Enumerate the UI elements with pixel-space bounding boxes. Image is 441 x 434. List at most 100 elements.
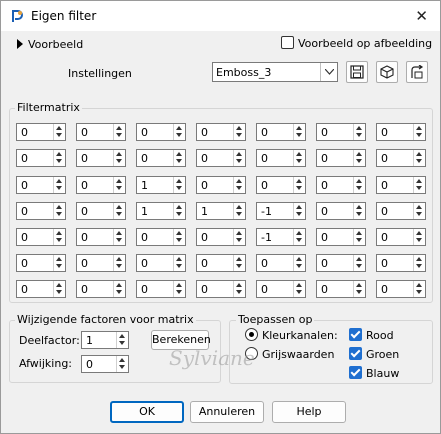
bias-spinner[interactable] — [116, 356, 128, 372]
spinner-arrows-icon[interactable] — [233, 150, 245, 166]
matrix-cell[interactable]: 0 — [136, 149, 186, 167]
matrix-cell[interactable]: 0 — [316, 254, 366, 272]
matrix-cell[interactable]: 0 — [376, 123, 426, 141]
close-icon[interactable]: ✕ — [415, 7, 428, 25]
matrix-cell[interactable]: 0 — [76, 280, 126, 298]
spinner-arrows-icon[interactable] — [413, 177, 425, 193]
matrix-cell[interactable]: 0 — [136, 254, 186, 272]
spinner-arrows-icon[interactable] — [173, 203, 185, 219]
matrix-cell[interactable]: 0 — [76, 176, 126, 194]
spinner-arrows-icon[interactable] — [233, 177, 245, 193]
preview-on-image-checkbox[interactable]: Voorbeeld op afbeelding — [281, 36, 432, 50]
spinner-arrows-icon[interactable] — [293, 229, 305, 245]
ok-button[interactable]: OK — [110, 401, 184, 423]
matrix-cell[interactable]: 0 — [16, 228, 66, 246]
spinner-arrows-icon[interactable] — [293, 124, 305, 140]
spinner-arrows-icon[interactable] — [293, 177, 305, 193]
spinner-arrows-icon[interactable] — [353, 281, 365, 297]
matrix-cell[interactable]: 0 — [76, 149, 126, 167]
bias-field[interactable]: 0 — [81, 355, 129, 373]
color-channels-radio[interactable]: Kleurkanalen: — [245, 328, 338, 342]
spinner-arrows-icon[interactable] — [173, 124, 185, 140]
spinner-arrows-icon[interactable] — [53, 255, 65, 271]
spinner-arrows-icon[interactable] — [293, 150, 305, 166]
chevron-down-icon[interactable] — [320, 63, 337, 81]
matrix-cell[interactable]: 0 — [136, 280, 186, 298]
spinner-arrows-icon[interactable] — [173, 255, 185, 271]
matrix-cell[interactable]: 0 — [376, 228, 426, 246]
matrix-cell[interactable]: 0 — [316, 123, 366, 141]
divisor-spinner[interactable] — [116, 332, 128, 348]
matrix-cell[interactable]: 0 — [256, 280, 306, 298]
spinner-arrows-icon[interactable] — [233, 281, 245, 297]
help-button[interactable]: Help — [272, 401, 346, 423]
matrix-cell[interactable]: 0 — [376, 280, 426, 298]
matrix-cell[interactable]: 0 — [196, 280, 246, 298]
spinner-arrows-icon[interactable] — [353, 124, 365, 140]
matrix-cell[interactable]: 0 — [16, 176, 66, 194]
spinner-arrows-icon[interactable] — [353, 177, 365, 193]
spinner-arrows-icon[interactable] — [113, 150, 125, 166]
spinner-arrows-icon[interactable] — [353, 203, 365, 219]
matrix-cell[interactable]: 0 — [76, 254, 126, 272]
matrix-cell[interactable]: 0 — [316, 280, 366, 298]
matrix-cell[interactable]: 0 — [316, 228, 366, 246]
spinner-arrows-icon[interactable] — [53, 177, 65, 193]
spinner-arrows-icon[interactable] — [173, 229, 185, 245]
matrix-cell[interactable]: 0 — [256, 149, 306, 167]
spinner-arrows-icon[interactable] — [53, 229, 65, 245]
matrix-cell[interactable]: 0 — [316, 176, 366, 194]
red-channel-checkbox[interactable]: Rood — [349, 328, 394, 342]
matrix-cell[interactable]: 0 — [196, 254, 246, 272]
matrix-cell[interactable]: 0 — [376, 202, 426, 220]
spinner-arrows-icon[interactable] — [53, 203, 65, 219]
spinner-arrows-icon[interactable] — [413, 203, 425, 219]
matrix-cell[interactable]: 0 — [16, 202, 66, 220]
spinner-arrows-icon[interactable] — [413, 150, 425, 166]
preset-dropdown[interactable]: Emboss_3 — [212, 62, 338, 82]
spinner-arrows-icon[interactable] — [353, 150, 365, 166]
spinner-arrows-icon[interactable] — [353, 255, 365, 271]
spinner-arrows-icon[interactable] — [233, 124, 245, 140]
spinner-arrows-icon[interactable] — [113, 255, 125, 271]
matrix-cell[interactable]: 0 — [136, 123, 186, 141]
cancel-button[interactable]: Annuleren — [190, 401, 264, 423]
matrix-cell[interactable]: 0 — [376, 254, 426, 272]
spinner-arrows-icon[interactable] — [173, 281, 185, 297]
matrix-cell[interactable]: 0 — [16, 123, 66, 141]
reset-preset-button[interactable] — [376, 61, 398, 83]
spinner-arrows-icon[interactable] — [113, 124, 125, 140]
matrix-cell[interactable]: 0 — [16, 149, 66, 167]
matrix-cell[interactable]: 0 — [196, 228, 246, 246]
matrix-cell[interactable]: 0 — [316, 202, 366, 220]
spinner-arrows-icon[interactable] — [233, 229, 245, 245]
spinner-arrows-icon[interactable] — [53, 150, 65, 166]
matrix-cell[interactable]: 0 — [316, 149, 366, 167]
spinner-arrows-icon[interactable] — [53, 281, 65, 297]
matrix-cell[interactable]: -1 — [256, 202, 306, 220]
matrix-cell[interactable]: 0 — [196, 176, 246, 194]
blue-channel-checkbox[interactable]: Blauw — [349, 366, 399, 380]
matrix-cell[interactable]: 0 — [76, 202, 126, 220]
matrix-cell[interactable]: -1 — [256, 228, 306, 246]
spinner-arrows-icon[interactable] — [113, 229, 125, 245]
matrix-cell[interactable]: 1 — [136, 176, 186, 194]
preview-toggle[interactable]: Voorbeeld — [17, 38, 83, 51]
matrix-cell[interactable]: 0 — [196, 149, 246, 167]
matrix-cell[interactable]: 0 — [76, 123, 126, 141]
matrix-cell[interactable]: 0 — [16, 254, 66, 272]
spinner-arrows-icon[interactable] — [413, 124, 425, 140]
spinner-arrows-icon[interactable] — [233, 203, 245, 219]
green-channel-checkbox[interactable]: Groen — [349, 347, 399, 361]
spinner-arrows-icon[interactable] — [413, 255, 425, 271]
matrix-cell[interactable]: 0 — [376, 176, 426, 194]
spinner-arrows-icon[interactable] — [293, 255, 305, 271]
spinner-arrows-icon[interactable] — [113, 203, 125, 219]
spinner-arrows-icon[interactable] — [113, 281, 125, 297]
grayscale-radio[interactable]: Grijswaarden — [245, 347, 334, 361]
spinner-arrows-icon[interactable] — [173, 177, 185, 193]
matrix-cell[interactable]: 0 — [136, 228, 186, 246]
matrix-cell[interactable]: 1 — [196, 202, 246, 220]
preset-options-button[interactable] — [406, 61, 428, 83]
matrix-cell[interactable]: 0 — [256, 123, 306, 141]
